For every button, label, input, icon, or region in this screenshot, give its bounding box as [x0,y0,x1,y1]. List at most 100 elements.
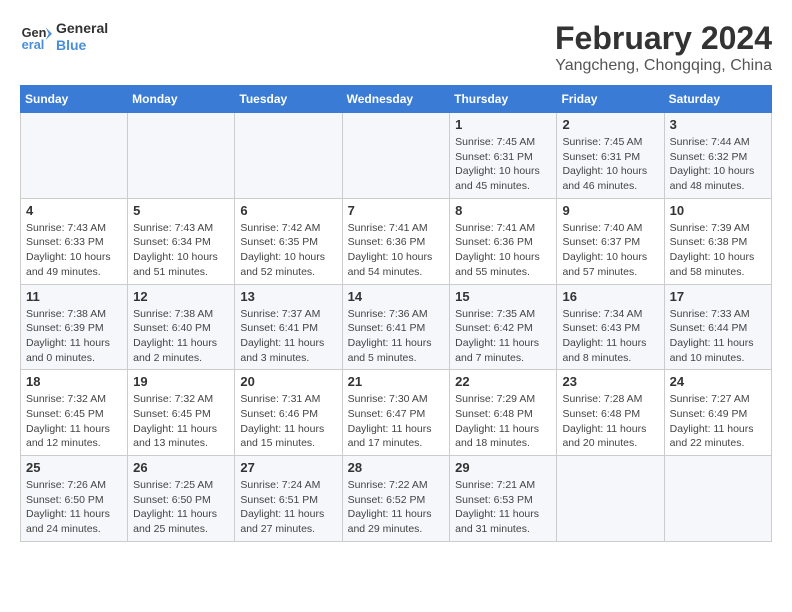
day-info: Sunrise: 7:37 AM Sunset: 6:41 PM Dayligh… [240,307,336,366]
day-number: 9 [562,203,658,218]
calendar-cell: 13 Sunrise: 7:37 AM Sunset: 6:41 PM Dayli… [235,284,342,370]
day-info: Sunrise: 7:45 AM Sunset: 6:31 PM Dayligh… [455,135,551,194]
calendar-week-4: 18 Sunrise: 7:32 AM Sunset: 6:45 PM Dayli… [21,370,772,456]
day-info: Sunrise: 7:33 AM Sunset: 6:44 PM Dayligh… [670,307,766,366]
day-number: 8 [455,203,551,218]
calendar-week-1: 1 Sunrise: 7:45 AM Sunset: 6:31 PM Daylig… [21,113,772,199]
calendar-title: February 2024 [555,20,772,57]
page-header: Gen eral General Blue February 2024 Yang… [20,20,772,75]
calendar-cell: 25Sunrise: 7:26 AM Sunset: 6:50 PM Dayli… [21,456,128,542]
calendar-cell: 8 Sunrise: 7:41 AM Sunset: 6:36 PM Daylig… [450,198,557,284]
day-number: 15 [455,289,551,304]
day-number: 24 [670,374,766,389]
day-info: Sunrise: 7:43 AM Sunset: 6:33 PM Dayligh… [26,221,122,280]
calendar-cell: 6 Sunrise: 7:42 AM Sunset: 6:35 PM Daylig… [235,198,342,284]
day-number: 18 [26,374,122,389]
calendar-cell: 14Sunrise: 7:36 AM Sunset: 6:41 PM Dayli… [342,284,450,370]
day-number: 11 [26,289,122,304]
calendar-week-5: 25Sunrise: 7:26 AM Sunset: 6:50 PM Dayli… [21,456,772,542]
calendar-cell [342,113,450,199]
calendar-cell: 4 Sunrise: 7:43 AM Sunset: 6:33 PM Daylig… [21,198,128,284]
calendar-cell: 1 Sunrise: 7:45 AM Sunset: 6:31 PM Daylig… [450,113,557,199]
header-wednesday: Wednesday [342,86,450,113]
day-number: 6 [240,203,336,218]
day-info: Sunrise: 7:30 AM Sunset: 6:47 PM Dayligh… [348,392,445,451]
day-info: Sunrise: 7:32 AM Sunset: 6:45 PM Dayligh… [26,392,122,451]
calendar-week-3: 11 Sunrise: 7:38 AM Sunset: 6:39 PM Dayli… [21,284,772,370]
day-info: Sunrise: 7:29 AM Sunset: 6:48 PM Dayligh… [455,392,551,451]
logo-text: General Blue [56,20,108,54]
day-info: Sunrise: 7:41 AM Sunset: 6:36 PM Dayligh… [348,221,445,280]
header-thursday: Thursday [450,86,557,113]
calendar-cell: 20 Sunrise: 7:31 AM Sunset: 6:46 PM Dayli… [235,370,342,456]
calendar-subtitle: Yangcheng, Chongqing, China [555,57,772,75]
day-info: Sunrise: 7:21 AM Sunset: 6:53 PM Dayligh… [455,478,551,537]
day-info: Sunrise: 7:39 AM Sunset: 6:38 PM Dayligh… [670,221,766,280]
header-tuesday: Tuesday [235,86,342,113]
calendar-cell: 16Sunrise: 7:34 AM Sunset: 6:43 PM Dayli… [557,284,664,370]
logo-line1: General [56,20,108,37]
day-info: Sunrise: 7:28 AM Sunset: 6:48 PM Dayligh… [562,392,658,451]
calendar-cell: 23Sunrise: 7:28 AM Sunset: 6:48 PM Dayli… [557,370,664,456]
day-info: Sunrise: 7:42 AM Sunset: 6:35 PM Dayligh… [240,221,336,280]
calendar-cell: 12Sunrise: 7:38 AM Sunset: 6:40 PM Dayli… [128,284,235,370]
day-info: Sunrise: 7:43 AM Sunset: 6:34 PM Dayligh… [133,221,229,280]
day-number: 3 [670,117,766,132]
calendar-cell: 7 Sunrise: 7:41 AM Sunset: 6:36 PM Daylig… [342,198,450,284]
calendar-week-2: 4 Sunrise: 7:43 AM Sunset: 6:33 PM Daylig… [21,198,772,284]
calendar-cell: 26Sunrise: 7:25 AM Sunset: 6:50 PM Dayli… [128,456,235,542]
day-info: Sunrise: 7:41 AM Sunset: 6:36 PM Dayligh… [455,221,551,280]
logo: Gen eral General Blue [20,20,108,54]
day-info: Sunrise: 7:25 AM Sunset: 6:50 PM Dayligh… [133,478,229,537]
day-info: Sunrise: 7:35 AM Sunset: 6:42 PM Dayligh… [455,307,551,366]
calendar-cell: 9 Sunrise: 7:40 AM Sunset: 6:37 PM Daylig… [557,198,664,284]
day-number: 10 [670,203,766,218]
calendar-cell [21,113,128,199]
day-number: 17 [670,289,766,304]
calendar-header-row: SundayMondayTuesdayWednesdayThursdayFrid… [21,86,772,113]
day-info: Sunrise: 7:26 AM Sunset: 6:50 PM Dayligh… [26,478,122,537]
day-number: 19 [133,374,229,389]
day-number: 16 [562,289,658,304]
calendar-cell: 11 Sunrise: 7:38 AM Sunset: 6:39 PM Dayli… [21,284,128,370]
calendar-cell: 15 Sunrise: 7:35 AM Sunset: 6:42 PM Dayli… [450,284,557,370]
calendar-cell [128,113,235,199]
calendar-cell: 21 Sunrise: 7:30 AM Sunset: 6:47 PM Dayli… [342,370,450,456]
day-info: Sunrise: 7:38 AM Sunset: 6:39 PM Dayligh… [26,307,122,366]
calendar-cell: 17 Sunrise: 7:33 AM Sunset: 6:44 PM Dayli… [664,284,771,370]
day-number: 13 [240,289,336,304]
calendar-cell: 28Sunrise: 7:22 AM Sunset: 6:52 PM Dayli… [342,456,450,542]
calendar-cell: 10 Sunrise: 7:39 AM Sunset: 6:38 PM Dayli… [664,198,771,284]
header-sunday: Sunday [21,86,128,113]
day-info: Sunrise: 7:36 AM Sunset: 6:41 PM Dayligh… [348,307,445,366]
calendar-cell: 24 Sunrise: 7:27 AM Sunset: 6:49 PM Dayli… [664,370,771,456]
day-info: Sunrise: 7:32 AM Sunset: 6:45 PM Dayligh… [133,392,229,451]
calendar-cell: 18 Sunrise: 7:32 AM Sunset: 6:45 PM Dayli… [21,370,128,456]
day-info: Sunrise: 7:40 AM Sunset: 6:37 PM Dayligh… [562,221,658,280]
day-number: 28 [348,460,445,475]
day-number: 20 [240,374,336,389]
calendar-cell: 3 Sunrise: 7:44 AM Sunset: 6:32 PM Daylig… [664,113,771,199]
calendar-cell [557,456,664,542]
day-info: Sunrise: 7:38 AM Sunset: 6:40 PM Dayligh… [133,307,229,366]
day-number: 4 [26,203,122,218]
day-info: Sunrise: 7:44 AM Sunset: 6:32 PM Dayligh… [670,135,766,194]
day-number: 7 [348,203,445,218]
calendar-cell: 2 Sunrise: 7:45 AM Sunset: 6:31 PM Daylig… [557,113,664,199]
day-info: Sunrise: 7:31 AM Sunset: 6:46 PM Dayligh… [240,392,336,451]
day-number: 1 [455,117,551,132]
day-info: Sunrise: 7:24 AM Sunset: 6:51 PM Dayligh… [240,478,336,537]
day-number: 2 [562,117,658,132]
day-info: Sunrise: 7:45 AM Sunset: 6:31 PM Dayligh… [562,135,658,194]
day-number: 21 [348,374,445,389]
calendar-cell [664,456,771,542]
calendar-cell: 29 Sunrise: 7:21 AM Sunset: 6:53 PM Dayli… [450,456,557,542]
logo-line2: Blue [56,37,108,54]
logo-icon: Gen eral [20,21,52,53]
calendar-cell: 5Sunrise: 7:43 AM Sunset: 6:34 PM Daylig… [128,198,235,284]
day-info: Sunrise: 7:27 AM Sunset: 6:49 PM Dayligh… [670,392,766,451]
day-number: 22 [455,374,551,389]
calendar-cell: 27Sunrise: 7:24 AM Sunset: 6:51 PM Dayli… [235,456,342,542]
day-number: 29 [455,460,551,475]
calendar-cell: 19 Sunrise: 7:32 AM Sunset: 6:45 PM Dayli… [128,370,235,456]
